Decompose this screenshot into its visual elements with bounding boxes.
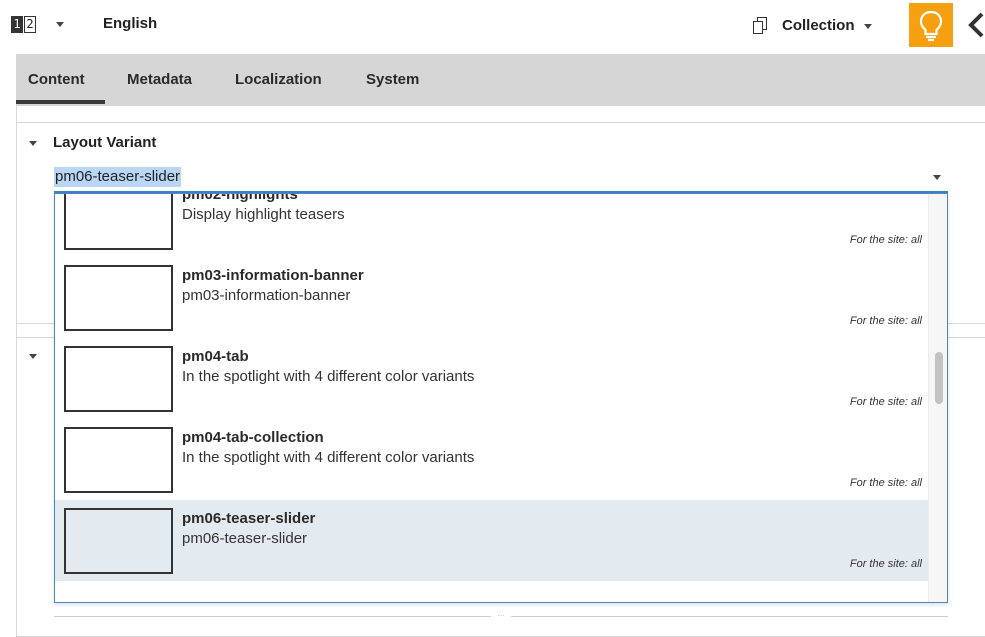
dropdown-option-selected[interactable]: pm06-teaser-slider pm06-teaser-slider Fo… — [55, 500, 929, 581]
section-title: Layout Variant — [53, 134, 157, 151]
layout-variant-select[interactable]: pm06-teaser-slider — [54, 167, 182, 187]
scrollbar-thumb[interactable] — [935, 352, 943, 404]
tab-content[interactable]: Content — [28, 71, 85, 88]
option-description: In the spotlight with 4 different color … — [182, 368, 475, 385]
option-title: pm04-tab — [182, 348, 249, 365]
option-site: For the site: all — [849, 234, 922, 246]
collapse-caret-icon[interactable] — [29, 354, 37, 359]
option-description: Display highlight teasers — [182, 206, 345, 223]
thumbnail-image — [64, 265, 173, 331]
thumbnail-image — [64, 508, 173, 574]
tab-localization[interactable]: Localization — [235, 71, 322, 88]
option-description: pm03-information-banner — [182, 287, 351, 304]
thumbnail-image — [64, 346, 173, 412]
copy-icon — [752, 16, 770, 34]
chevron-down-icon[interactable] — [56, 22, 64, 27]
option-title: pm06-teaser-slider — [182, 510, 316, 527]
chevron-down-icon[interactable] — [933, 175, 941, 180]
dropdown-option[interactable]: pm02-highlights Display highlight teaser… — [55, 193, 929, 257]
top-bar: 1 2 English Collection — [0, 0, 985, 50]
back-button[interactable] — [962, 10, 985, 40]
tab-metadata[interactable]: Metadata — [127, 71, 192, 88]
thumbnail-image — [64, 194, 173, 250]
dropdown-option[interactable]: pm04-tab-collection In the spotlight wit… — [55, 419, 929, 500]
option-site: For the site: all — [849, 477, 922, 489]
dropdown-list: pm02-highlights Display highlight teaser… — [55, 193, 929, 581]
dropdown-option[interactable]: pm04-tab In the spotlight with 4 differe… — [55, 338, 929, 419]
tab-system[interactable]: System — [366, 71, 419, 88]
collection-menu[interactable]: Collection — [752, 14, 872, 36]
option-site: For the site: all — [849, 315, 922, 327]
option-description: In the spotlight with 4 different color … — [182, 449, 475, 466]
lightbulb-button[interactable] — [909, 3, 953, 47]
collection-label: Collection — [782, 16, 855, 34]
language-selector[interactable]: English — [103, 15, 157, 32]
option-title: pm03-information-banner — [182, 267, 364, 284]
chevron-down-icon — [863, 23, 872, 29]
page-number-left: 1 — [11, 16, 23, 33]
option-description: pm06-teaser-slider — [182, 530, 308, 547]
collapse-caret-icon[interactable] — [29, 141, 37, 146]
option-site: For the site: all — [849, 396, 922, 408]
tab-bar: Content Metadata Localization System — [16, 54, 985, 106]
scrollbar[interactable] — [928, 194, 947, 602]
thumbnail-image — [64, 427, 173, 493]
option-site: For the site: all — [849, 558, 922, 570]
page-numbers-icon[interactable]: 1 2 — [11, 16, 36, 33]
resize-handle[interactable]: ··· — [54, 612, 948, 620]
dropdown-option[interactable]: pm03-information-banner pm03-information… — [55, 257, 929, 338]
option-title: pm02-highlights — [182, 193, 298, 203]
layout-variant-dropdown[interactable]: pm02-highlights Display highlight teaser… — [54, 193, 948, 603]
active-tab-indicator — [16, 100, 105, 104]
grip-icon[interactable]: ··· — [491, 612, 511, 620]
chevron-left-icon — [968, 12, 984, 38]
page-number-right: 2 — [24, 16, 36, 33]
option-title: pm04-tab-collection — [182, 429, 324, 446]
lightbulb-icon — [919, 10, 943, 42]
